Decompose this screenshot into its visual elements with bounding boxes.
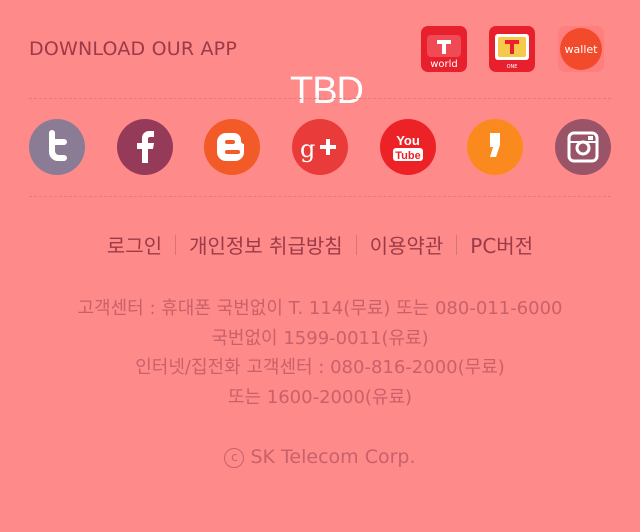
- instagram-icon[interactable]: [555, 119, 611, 175]
- tstore-app-label: ONE: [507, 64, 518, 70]
- link-separator: [355, 234, 357, 255]
- download-app-title: DOWNLOAD OUR APP: [29, 38, 237, 60]
- divider: [29, 196, 611, 197]
- tbd-overlay-text: TBD: [290, 70, 364, 112]
- privacy-policy-link[interactable]: 개인정보 취급방침: [189, 230, 343, 259]
- link-separator: [175, 234, 177, 255]
- social-links: g You Tube: [0, 119, 640, 175]
- wallet-app-label: wallet: [565, 43, 599, 56]
- copyright-icon: c: [224, 448, 245, 468]
- facebook-icon[interactable]: [117, 119, 173, 175]
- kakao-story-icon[interactable]: [467, 119, 523, 175]
- contact-line: 인터넷/집전화 고객센터 : 080-816-2000(무료): [135, 357, 505, 378]
- contact-line: 또는 1600-2000(유료): [227, 386, 413, 408]
- terms-link[interactable]: 이용약관: [370, 230, 444, 259]
- footer-links: 로그인 개인정보 취급방침 이용약관 PC버전: [0, 230, 640, 259]
- copyright-text: SK Telecom Corp.: [250, 446, 416, 468]
- contact-line: 고객센터 : 휴대폰 국번없이 T. 114(무료) 또는 080-011-60…: [77, 298, 563, 319]
- contact-line: 국번없이 1599-0011(유료): [211, 327, 429, 349]
- youtube-icon[interactable]: You Tube: [380, 119, 436, 175]
- customer-center-info: 고객센터 : 휴대폰 국번없이 T. 114(무료) 또는 080-011-60…: [0, 294, 640, 412]
- wallet-app-icon[interactable]: wallet: [558, 26, 604, 72]
- google-plus-icon[interactable]: g: [292, 119, 348, 175]
- tworld-app-icon[interactable]: world: [421, 26, 467, 72]
- tstore-app-icon[interactable]: ONE: [489, 26, 535, 72]
- svg-text:g: g: [300, 135, 315, 163]
- blogger-icon[interactable]: [204, 119, 260, 175]
- copyright: c SK Telecom Corp.: [0, 446, 640, 468]
- login-link[interactable]: 로그인: [107, 230, 162, 259]
- tworld-app-label: world: [430, 59, 458, 70]
- youtube-label-bottom: Tube: [395, 150, 420, 162]
- pc-version-link[interactable]: PC버전: [470, 230, 533, 259]
- link-separator: [456, 234, 458, 255]
- divider: [29, 98, 611, 99]
- twitter-icon[interactable]: [29, 119, 85, 175]
- youtube-label-top: You: [396, 133, 420, 148]
